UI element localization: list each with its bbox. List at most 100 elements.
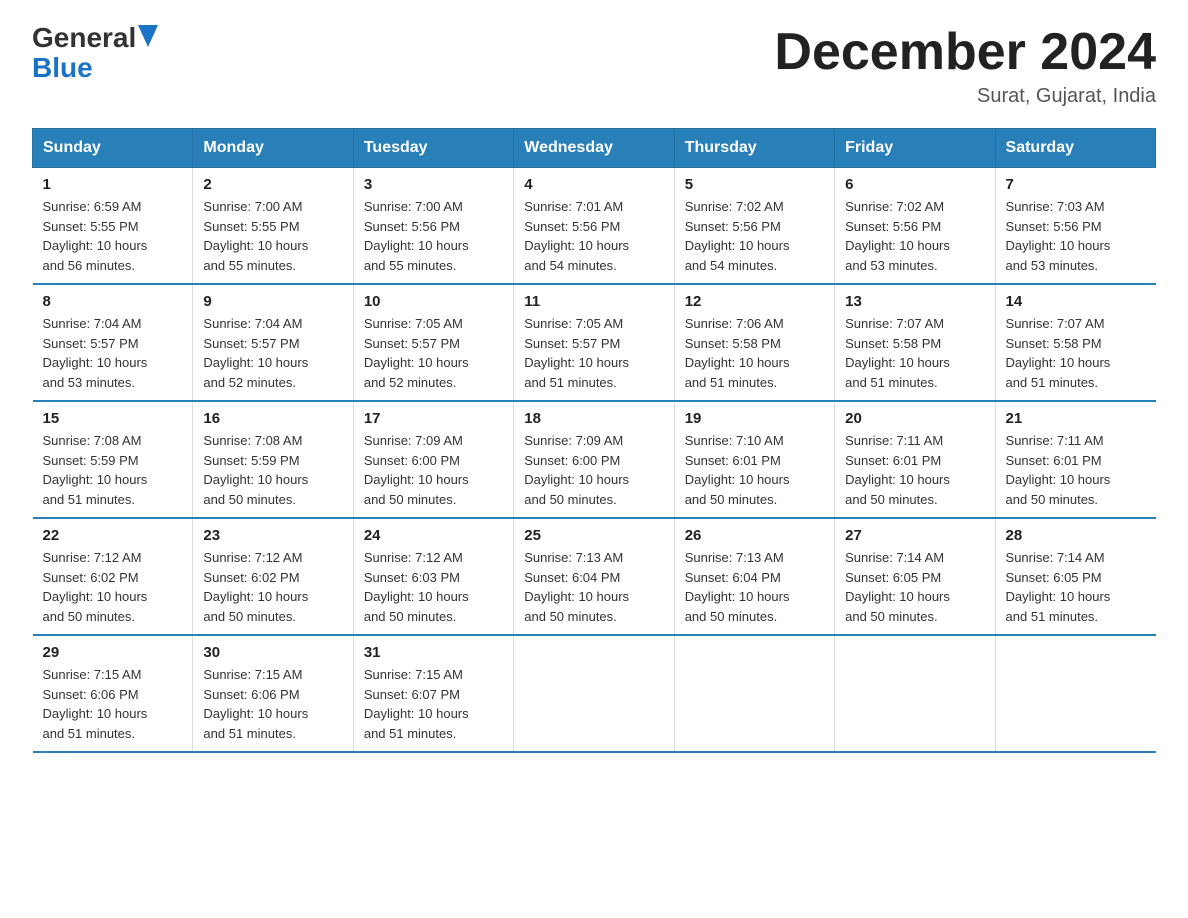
day-cell bbox=[674, 635, 834, 752]
calendar-body: 1Sunrise: 6:59 AMSunset: 5:55 PMDaylight… bbox=[33, 168, 1156, 753]
day-cell: 1Sunrise: 6:59 AMSunset: 5:55 PMDaylight… bbox=[33, 168, 193, 285]
day-number: 23 bbox=[203, 527, 342, 544]
day-cell: 26 Sunrise: 7:13 AMSunset: 6:04 PMDayligh… bbox=[674, 518, 834, 635]
day-number: 1 bbox=[43, 176, 183, 193]
day-number: 16 bbox=[203, 410, 342, 427]
day-number: 6 bbox=[845, 176, 984, 193]
day-info: Sunrise: 7:04 AMSunset: 5:57 PMDaylight:… bbox=[203, 314, 342, 392]
day-number: 29 bbox=[43, 644, 183, 661]
day-info: Sunrise: 7:15 AMSunset: 6:06 PMDaylight:… bbox=[203, 665, 342, 743]
day-info: Sunrise: 7:05 AMSunset: 5:57 PMDaylight:… bbox=[524, 314, 663, 392]
day-cell: 30 Sunrise: 7:15 AMSunset: 6:06 PMDayligh… bbox=[193, 635, 353, 752]
day-cell: 6 Sunrise: 7:02 AMSunset: 5:56 PMDaylight… bbox=[835, 168, 995, 285]
day-info: Sunrise: 7:06 AMSunset: 5:58 PMDaylight:… bbox=[685, 314, 824, 392]
week-row-4: 22 Sunrise: 7:12 AMSunset: 6:02 PMDayligh… bbox=[33, 518, 1156, 635]
day-info: Sunrise: 7:02 AMSunset: 5:56 PMDaylight:… bbox=[685, 197, 824, 275]
day-number: 15 bbox=[43, 410, 183, 427]
day-info: Sunrise: 7:12 AMSunset: 6:02 PMDaylight:… bbox=[203, 548, 342, 626]
header-row: SundayMondayTuesdayWednesdayThursdayFrid… bbox=[33, 129, 1156, 168]
day-cell: 12 Sunrise: 7:06 AMSunset: 5:58 PMDayligh… bbox=[674, 284, 834, 401]
day-number: 27 bbox=[845, 527, 984, 544]
day-number: 28 bbox=[1006, 527, 1146, 544]
day-number: 24 bbox=[364, 527, 503, 544]
day-number: 11 bbox=[524, 293, 663, 310]
day-cell: 16Sunrise: 7:08 AMSunset: 5:59 PMDayligh… bbox=[193, 401, 353, 518]
day-info: Sunrise: 7:12 AMSunset: 6:02 PMDaylight:… bbox=[43, 548, 183, 626]
day-number: 22 bbox=[43, 527, 183, 544]
day-number: 25 bbox=[524, 527, 663, 544]
day-info: Sunrise: 7:13 AMSunset: 6:04 PMDaylight:… bbox=[685, 548, 824, 626]
day-cell: 23 Sunrise: 7:12 AMSunset: 6:02 PMDayligh… bbox=[193, 518, 353, 635]
day-number: 17 bbox=[364, 410, 503, 427]
day-cell: 3 Sunrise: 7:00 AMSunset: 5:56 PMDaylight… bbox=[353, 168, 513, 285]
logo-general: General bbox=[32, 24, 136, 52]
day-info: Sunrise: 7:09 AMSunset: 6:00 PMDaylight:… bbox=[364, 431, 503, 509]
day-number: 21 bbox=[1006, 410, 1146, 427]
header-friday: Friday bbox=[835, 129, 995, 168]
day-cell: 13Sunrise: 7:07 AMSunset: 5:58 PMDayligh… bbox=[835, 284, 995, 401]
calendar-header: SundayMondayTuesdayWednesdayThursdayFrid… bbox=[33, 129, 1156, 168]
day-info: Sunrise: 7:15 AMSunset: 6:07 PMDaylight:… bbox=[364, 665, 503, 743]
day-number: 12 bbox=[685, 293, 824, 310]
day-number: 31 bbox=[364, 644, 503, 661]
day-cell: 29 Sunrise: 7:15 AMSunset: 6:06 PMDayligh… bbox=[33, 635, 193, 752]
logo-blue: Blue bbox=[32, 52, 93, 84]
day-number: 4 bbox=[524, 176, 663, 193]
day-info: Sunrise: 7:04 AMSunset: 5:57 PMDaylight:… bbox=[43, 314, 183, 392]
day-info: Sunrise: 7:01 AMSunset: 5:56 PMDaylight:… bbox=[524, 197, 663, 275]
day-cell: 15 Sunrise: 7:08 AMSunset: 5:59 PMDayligh… bbox=[33, 401, 193, 518]
day-cell: 25 Sunrise: 7:13 AMSunset: 6:04 PMDayligh… bbox=[514, 518, 674, 635]
page-header: General Blue December 2024 Surat, Gujara… bbox=[32, 24, 1156, 108]
calendar-table: SundayMondayTuesdayWednesdayThursdayFrid… bbox=[32, 128, 1156, 753]
header-saturday: Saturday bbox=[995, 129, 1155, 168]
day-number: 7 bbox=[1006, 176, 1146, 193]
day-number: 19 bbox=[685, 410, 824, 427]
day-number: 18 bbox=[524, 410, 663, 427]
day-number: 5 bbox=[685, 176, 824, 193]
day-info: Sunrise: 7:12 AMSunset: 6:03 PMDaylight:… bbox=[364, 548, 503, 626]
day-info: Sunrise: 7:02 AMSunset: 5:56 PMDaylight:… bbox=[845, 197, 984, 275]
day-cell: 17 Sunrise: 7:09 AMSunset: 6:00 PMDayligh… bbox=[353, 401, 513, 518]
day-info: Sunrise: 7:14 AMSunset: 6:05 PMDaylight:… bbox=[1006, 548, 1146, 626]
day-info: Sunrise: 7:08 AMSunset: 5:59 PMDaylight:… bbox=[43, 431, 183, 509]
week-row-5: 29 Sunrise: 7:15 AMSunset: 6:06 PMDayligh… bbox=[33, 635, 1156, 752]
day-cell: 27 Sunrise: 7:14 AMSunset: 6:05 PMDayligh… bbox=[835, 518, 995, 635]
day-number: 26 bbox=[685, 527, 824, 544]
day-cell bbox=[514, 635, 674, 752]
day-cell: 14Sunrise: 7:07 AMSunset: 5:58 PMDayligh… bbox=[995, 284, 1155, 401]
day-info: Sunrise: 7:00 AMSunset: 5:56 PMDaylight:… bbox=[364, 197, 503, 275]
day-number: 10 bbox=[364, 293, 503, 310]
day-cell: 24 Sunrise: 7:12 AMSunset: 6:03 PMDayligh… bbox=[353, 518, 513, 635]
day-cell: 11 Sunrise: 7:05 AMSunset: 5:57 PMDayligh… bbox=[514, 284, 674, 401]
day-number: 13 bbox=[845, 293, 984, 310]
day-cell: 20 Sunrise: 7:11 AMSunset: 6:01 PMDayligh… bbox=[835, 401, 995, 518]
day-cell: 7 Sunrise: 7:03 AMSunset: 5:56 PMDaylight… bbox=[995, 168, 1155, 285]
day-number: 8 bbox=[43, 293, 183, 310]
header-sunday: Sunday bbox=[33, 129, 193, 168]
day-cell: 9Sunrise: 7:04 AMSunset: 5:57 PMDaylight… bbox=[193, 284, 353, 401]
logo: General Blue bbox=[32, 24, 158, 84]
day-cell: 10 Sunrise: 7:05 AMSunset: 5:57 PMDayligh… bbox=[353, 284, 513, 401]
day-number: 14 bbox=[1006, 293, 1146, 310]
day-cell bbox=[835, 635, 995, 752]
day-cell: 4 Sunrise: 7:01 AMSunset: 5:56 PMDaylight… bbox=[514, 168, 674, 285]
day-info: Sunrise: 7:15 AMSunset: 6:06 PMDaylight:… bbox=[43, 665, 183, 743]
week-row-2: 8 Sunrise: 7:04 AMSunset: 5:57 PMDaylight… bbox=[33, 284, 1156, 401]
day-info: Sunrise: 7:13 AMSunset: 6:04 PMDaylight:… bbox=[524, 548, 663, 626]
day-info: Sunrise: 7:00 AMSunset: 5:55 PMDaylight:… bbox=[203, 197, 342, 275]
title-block: December 2024 Surat, Gujarat, India bbox=[774, 24, 1156, 108]
day-info: Sunrise: 7:03 AMSunset: 5:56 PMDaylight:… bbox=[1006, 197, 1146, 275]
day-number: 3 bbox=[364, 176, 503, 193]
day-cell: 2Sunrise: 7:00 AMSunset: 5:55 PMDaylight… bbox=[193, 168, 353, 285]
day-number: 20 bbox=[845, 410, 984, 427]
header-thursday: Thursday bbox=[674, 129, 834, 168]
week-row-1: 1Sunrise: 6:59 AMSunset: 5:55 PMDaylight… bbox=[33, 168, 1156, 285]
day-cell: 19Sunrise: 7:10 AMSunset: 6:01 PMDayligh… bbox=[674, 401, 834, 518]
day-number: 30 bbox=[203, 644, 342, 661]
day-cell: 28 Sunrise: 7:14 AMSunset: 6:05 PMDayligh… bbox=[995, 518, 1155, 635]
day-info: Sunrise: 7:14 AMSunset: 6:05 PMDaylight:… bbox=[845, 548, 984, 626]
day-info: Sunrise: 7:05 AMSunset: 5:57 PMDaylight:… bbox=[364, 314, 503, 392]
logo-triangle-icon bbox=[138, 25, 158, 47]
day-cell: 8 Sunrise: 7:04 AMSunset: 5:57 PMDaylight… bbox=[33, 284, 193, 401]
day-info: Sunrise: 7:11 AMSunset: 6:01 PMDaylight:… bbox=[845, 431, 984, 509]
